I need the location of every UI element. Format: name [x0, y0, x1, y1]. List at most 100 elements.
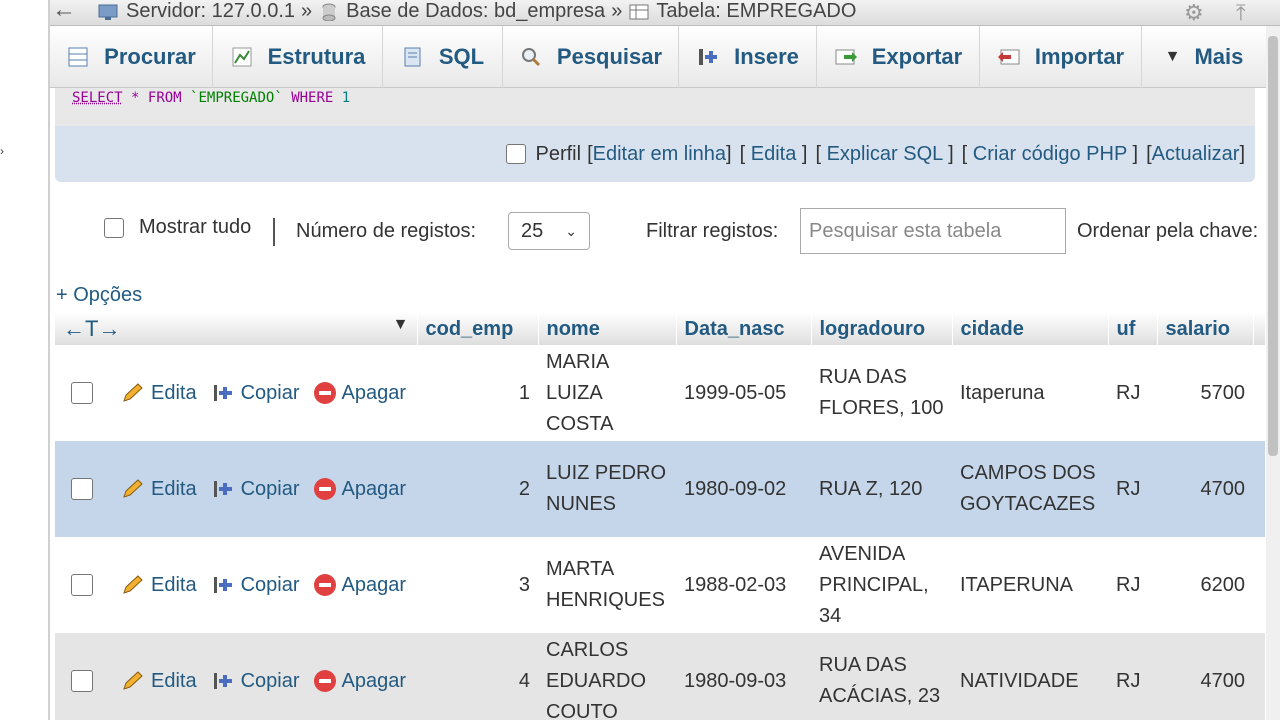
sql-keyword: FROM	[147, 90, 182, 106]
delete-row-button[interactable]: Apagar	[313, 666, 406, 697]
tab-estrutura[interactable]: Estrutura	[213, 26, 383, 88]
cell-cidade[interactable]: CAMPOS DOS GOYTACAZES	[952, 441, 1108, 537]
pencil-icon	[123, 575, 143, 594]
column-arrows-icon[interactable]: ←T→	[63, 316, 120, 341]
row-checkbox[interactable]	[71, 574, 93, 596]
column-header-salario[interactable]: salario	[1157, 313, 1254, 345]
options-link[interactable]: + Opções	[56, 284, 142, 307]
cell-nome[interactable]: LUIZ PEDRO NUNES	[538, 441, 676, 537]
cell-uf[interactable]: RJ	[1108, 537, 1157, 633]
browse-icon	[68, 47, 88, 67]
column-header-cod-emp[interactable]: cod_emp	[417, 313, 539, 345]
pencil-icon	[123, 479, 143, 498]
cell-logradouro[interactable]: AVENIDA PRINCIPAL, 34	[811, 537, 952, 633]
copy-row-button[interactable]: Copiar	[211, 474, 300, 505]
cell-data-nasc[interactable]: 1999-05-05	[676, 345, 811, 441]
results-grid: ←T→ ▼ cod_emp nome Data_nasc logradouro …	[55, 313, 1265, 720]
cell-logradouro[interactable]: RUA Z, 120	[811, 441, 952, 537]
cell-salario[interactable]: 6200	[1157, 537, 1253, 633]
cell-nome[interactable]: CARLOS EDUARDO COUTO	[538, 633, 676, 720]
cell-uf[interactable]: RJ	[1108, 345, 1157, 441]
delete-row-button[interactable]: Apagar	[313, 378, 407, 409]
cell-logradouro[interactable]: RUA DAS ACÁCIAS, 23	[811, 633, 952, 720]
cell-uf[interactable]: RJ	[1108, 441, 1157, 537]
refresh-link[interactable]: Actualizar	[1152, 143, 1240, 165]
cell-cod-emp[interactable]: 2	[417, 441, 538, 537]
delete-row-button[interactable]: Apagar	[313, 474, 406, 505]
collapse-arrow-icon[interactable]: ›	[0, 144, 4, 158]
edit-inline-link[interactable]: Editar em linha	[593, 143, 726, 165]
row-checkbox[interactable]	[71, 478, 93, 500]
cell-uf[interactable]: RJ	[1108, 633, 1157, 720]
show-all-checkbox[interactable]	[104, 218, 124, 238]
collapse-top-icon[interactable]: ⤒	[1236, 0, 1246, 26]
cell-nome[interactable]: MARIA LUIZA COSTA	[538, 345, 676, 441]
cell-salario[interactable]: 5700	[1157, 345, 1253, 441]
database-icon	[322, 3, 336, 21]
tab-exportar[interactable]: Exportar	[817, 26, 980, 88]
breadcrumb-database[interactable]: Base de Dados: bd_empresa	[346, 0, 605, 23]
back-arrow-icon[interactable]: ←	[52, 0, 76, 24]
table-controls: Mostrar tudo Número de registos: 25 ⌄ Fi…	[55, 196, 1280, 266]
cell-nome[interactable]: MARTA HENRIQUES	[538, 537, 676, 633]
create-php-link[interactable]: Criar código PHP	[973, 143, 1127, 165]
gear-icon[interactable]: ⚙	[1184, 0, 1204, 26]
delete-label: Apagar	[341, 381, 407, 404]
edit-link[interactable]: Edita	[751, 143, 797, 165]
column-header-nome[interactable]: nome	[538, 313, 677, 345]
cell-data-nasc[interactable]: 1988-02-03	[676, 537, 811, 633]
cell-cod-emp[interactable]: 1	[417, 345, 538, 441]
cell-salario[interactable]: 4700	[1157, 441, 1253, 537]
tab-label: Mais	[1194, 44, 1244, 69]
column-header-data-nasc[interactable]: Data_nasc	[676, 313, 812, 345]
sql-query-box[interactable]: SELECT * FROM `EMPREGADO` WHERE 1	[55, 88, 1255, 128]
cell-logradouro[interactable]: RUA DAS FLORES, 100	[811, 345, 952, 441]
edit-row-button[interactable]: Edita	[121, 666, 197, 697]
breadcrumb-table[interactable]: Tabela: EMPREGADO	[656, 0, 856, 23]
tab-mais[interactable]: ▼ Mais	[1142, 26, 1266, 88]
cell-cidade[interactable]: Itaperuna	[952, 345, 1108, 441]
caret-down-icon: ▼	[1164, 48, 1181, 65]
delete-row-button[interactable]: Apagar	[313, 570, 406, 601]
breadcrumb-server[interactable]: Servidor: 127.0.0.1	[126, 0, 295, 23]
tab-procurar[interactable]: Procurar	[50, 26, 213, 88]
row-checkbox[interactable]	[71, 670, 93, 692]
tab-sql[interactable]: SQL	[383, 26, 503, 88]
tab-label: Estrutura	[267, 44, 366, 69]
sort-label: Ordenar pela chave:	[1077, 220, 1259, 242]
cell-cod-emp[interactable]: 3	[417, 537, 538, 633]
edit-row-button[interactable]: Edita	[121, 474, 197, 505]
cell-cod-emp[interactable]: 4	[417, 633, 538, 720]
scrollbar-thumb[interactable]	[1268, 36, 1278, 456]
edit-label: Edita	[151, 573, 197, 596]
copy-row-button[interactable]: Copiar	[211, 666, 300, 697]
column-resize-header[interactable]: ←T→ ▼	[55, 313, 418, 345]
tab-importar[interactable]: Importar	[980, 26, 1142, 88]
edit-row-button[interactable]: Edita	[121, 378, 197, 409]
row-checkbox[interactable]	[71, 382, 93, 404]
cell-data-nasc[interactable]: 1980-09-02	[676, 441, 811, 537]
column-header-logradouro[interactable]: logradouro	[811, 313, 953, 345]
perfil-checkbox[interactable]	[505, 144, 526, 164]
cell-cidade[interactable]: ITAPERUNA	[952, 537, 1108, 633]
edit-label: Edita	[151, 669, 197, 692]
search-icon	[521, 48, 540, 67]
filter-input[interactable]: Pesquisar esta tabela	[800, 208, 1066, 254]
cell-salario[interactable]: 4700	[1157, 633, 1253, 720]
cell-data-nasc[interactable]: 1980-09-03	[676, 633, 811, 720]
copy-row-button[interactable]: Copiar	[211, 570, 300, 601]
num-records-select[interactable]: 25 ⌄	[508, 212, 590, 250]
copy-label: Copiar	[240, 669, 300, 692]
caret-down-icon[interactable]: ▼	[393, 316, 409, 334]
column-header-uf[interactable]: uf	[1108, 313, 1158, 345]
table-header-row: ←T→ ▼ cod_emp nome Data_nasc logradouro …	[55, 313, 1265, 345]
explain-sql-link[interactable]: Explicar SQL	[827, 143, 943, 165]
delete-icon	[313, 478, 336, 500]
cell-cidade[interactable]: NATIVIDADE	[952, 633, 1108, 720]
vertical-scrollbar[interactable]	[1266, 26, 1280, 720]
tab-insere[interactable]: Insere	[679, 26, 817, 88]
copy-row-button[interactable]: Copiar	[211, 378, 300, 409]
column-header-cidade[interactable]: cidade	[952, 313, 1109, 345]
edit-row-button[interactable]: Edita	[121, 570, 197, 601]
tab-pesquisar[interactable]: Pesquisar	[503, 26, 679, 88]
